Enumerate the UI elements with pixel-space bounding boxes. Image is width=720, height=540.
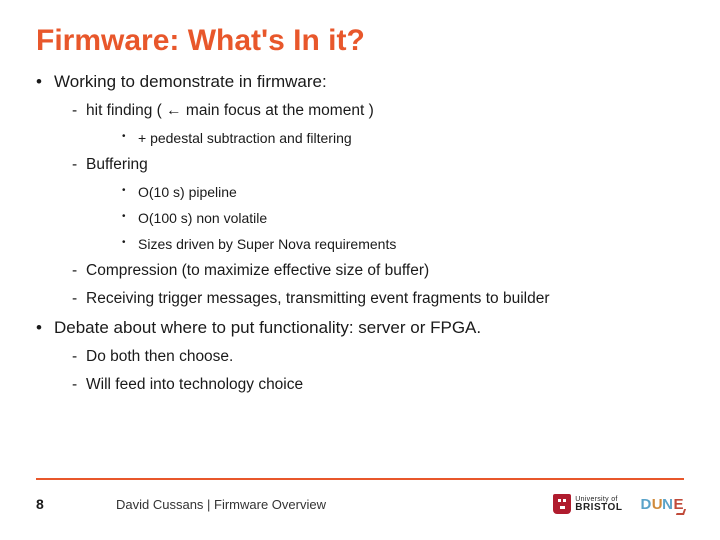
- dune-d: D: [640, 496, 651, 513]
- page-number: 8: [36, 496, 116, 512]
- sub-do-both: Do both then choose.: [72, 348, 684, 366]
- subsub-nonvolatile: O(100 s) non volatile: [122, 210, 684, 226]
- subsublist: + pedestal subtraction and filtering: [122, 130, 684, 146]
- content-list: Working to demonstrate in firmware: hit …: [36, 72, 684, 394]
- bullet-text: Debate about where to put functionality:…: [54, 318, 481, 337]
- sub-compression: Compression (to maximize effective size …: [72, 262, 684, 280]
- footer: 8 David Cussans | Firmware Overview Univ…: [36, 478, 684, 518]
- sub-receiving: Receiving trigger messages, transmitting…: [72, 290, 684, 308]
- dune-e: E: [673, 496, 684, 513]
- bullet-debate: Debate about where to put functionality:…: [36, 318, 684, 394]
- bristol-crest-icon: [553, 494, 571, 514]
- footer-text: David Cussans | Firmware Overview: [116, 497, 553, 512]
- bullet-text: Working to demonstrate in firmware:: [54, 72, 327, 91]
- bristol-wordmark: University of BRISTOL: [575, 496, 622, 513]
- footer-row: 8 David Cussans | Firmware Overview Univ…: [36, 490, 684, 518]
- sublist: hit finding ( ← main focus at the moment…: [72, 102, 684, 308]
- footer-rule: [36, 478, 684, 480]
- dune-n: N: [662, 496, 673, 513]
- bullet-working: Working to demonstrate in firmware: hit …: [36, 72, 684, 308]
- sub-buffering: Buffering O(10 s) pipeline O(100 s) non …: [72, 156, 684, 252]
- bullet-text: hit finding ( ← main focus at the moment…: [86, 102, 374, 119]
- bristol-line2: BRISTOL: [575, 503, 622, 513]
- sublist: Do both then choose. Will feed into tech…: [72, 348, 684, 394]
- sub-hit-finding: hit finding ( ← main focus at the moment…: [72, 102, 684, 146]
- subsub-pipeline: O(10 s) pipeline: [122, 184, 684, 200]
- bristol-logo: University of BRISTOL: [553, 494, 622, 514]
- logos: University of BRISTOL D U N E: [553, 494, 684, 514]
- dune-logo: D U N E: [640, 496, 684, 513]
- subsublist: O(10 s) pipeline O(100 s) non volatile S…: [122, 184, 684, 252]
- bullet-text: Buffering: [86, 156, 148, 173]
- subsub-pedestal: + pedestal subtraction and filtering: [122, 130, 684, 146]
- subsub-sizes: Sizes driven by Super Nova requirements: [122, 236, 684, 252]
- sub-will-feed: Will feed into technology choice: [72, 376, 684, 394]
- slide-title: Firmware: What's In it?: [36, 24, 684, 58]
- slide: Firmware: What's In it? Working to demon…: [0, 0, 720, 540]
